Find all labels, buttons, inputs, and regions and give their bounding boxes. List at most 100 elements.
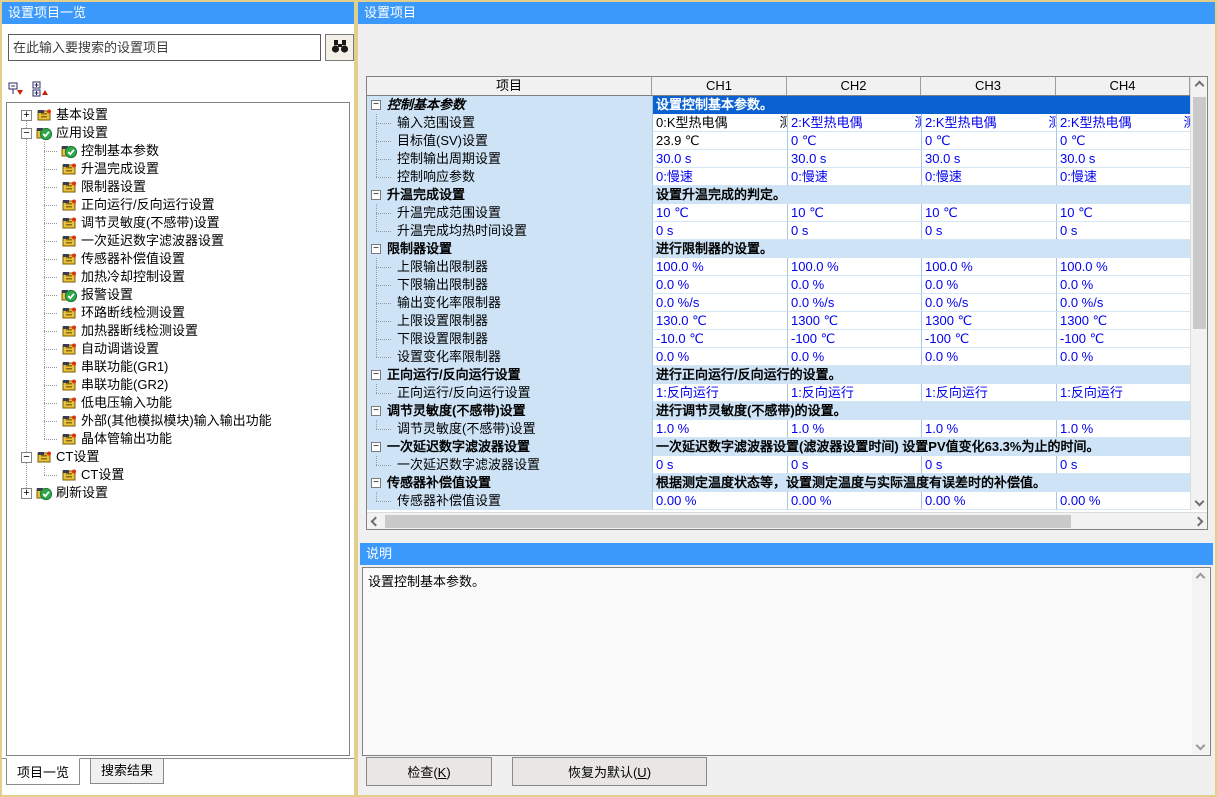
setting-item-cell[interactable]: 目标值(SV)设置 <box>367 132 652 150</box>
setting-item-cell[interactable]: 控制响应参数 <box>367 168 652 186</box>
group-description-cell[interactable]: 根据测定温度状态等，设置测定温度与实际温度有误差时的补偿值。 <box>652 474 1190 492</box>
value-cell-ch2[interactable]: 0.0 %/s <box>787 294 921 312</box>
tree-item-label[interactable]: 报警设置 <box>81 286 133 304</box>
value-cell-ch2[interactable]: 0.00 % <box>787 492 921 510</box>
value-cell-ch3[interactable]: 2:K型热电偶 测定 <box>921 114 1056 132</box>
value-cell-ch1[interactable]: 1.0 % <box>652 420 787 438</box>
expand-plus-icon[interactable]: + <box>21 110 32 121</box>
tree-item[interactable]: CT设置 <box>7 466 349 484</box>
value-cell-ch1[interactable]: 0.0 % <box>652 348 787 366</box>
value-cell-ch4[interactable]: -100 ℃ <box>1056 330 1190 348</box>
tree-item[interactable]: 报警设置 <box>7 286 349 304</box>
collapse-minus-icon[interactable]: − <box>371 442 381 452</box>
setting-item-cell[interactable]: 控制输出周期设置 <box>367 150 652 168</box>
value-cell-ch1[interactable]: 30.0 s <box>652 150 787 168</box>
tree-item[interactable]: − 应用设置 <box>7 124 349 142</box>
setting-item-cell[interactable]: 上限输出限制器 <box>367 258 652 276</box>
expand-all-icon[interactable] <box>32 81 50 97</box>
setting-item-cell[interactable]: 正向运行/反向运行设置 <box>367 384 652 402</box>
setting-item-cell[interactable]: 下限设置限制器 <box>367 330 652 348</box>
tree-item[interactable]: 环路断线检测设置 <box>7 304 349 322</box>
value-cell-ch4[interactable]: 30.0 s <box>1056 150 1190 168</box>
value-cell-ch1[interactable]: 0:慢速 <box>652 168 787 186</box>
restore-default-button[interactable]: 恢复为默认(U) <box>512 757 707 786</box>
setting-item-cell[interactable]: 上限设置限制器 <box>367 312 652 330</box>
tree-item[interactable]: 串联功能(GR1) <box>7 358 349 376</box>
value-cell-ch2[interactable]: 0.0 % <box>787 348 921 366</box>
setting-item-cell[interactable]: 设置变化率限制器 <box>367 348 652 366</box>
tree-item-label[interactable]: 限制器设置 <box>81 178 146 196</box>
tree-item-label[interactable]: 应用设置 <box>56 124 108 142</box>
value-cell-ch3[interactable]: -100 ℃ <box>921 330 1056 348</box>
value-cell-ch4[interactable]: 0.0 % <box>1056 348 1190 366</box>
table-vertical-scrollbar[interactable] <box>1190 77 1207 510</box>
check-button[interactable]: 检查(K) <box>366 757 492 786</box>
scroll-left-icon[interactable] <box>367 513 384 530</box>
tree-item[interactable]: 自动调谐设置 <box>7 340 349 358</box>
value-cell-ch2[interactable]: 0.0 % <box>787 276 921 294</box>
setting-item-cell[interactable]: 输出变化率限制器 <box>367 294 652 312</box>
value-cell-ch3[interactable]: 0 s <box>921 222 1056 240</box>
tree-item[interactable]: 低电压输入功能 <box>7 394 349 412</box>
search-button[interactable] <box>325 34 354 61</box>
tab-search-result[interactable]: 搜索结果 <box>90 759 164 784</box>
value-cell-ch2[interactable]: 0 ℃ <box>787 132 921 150</box>
value-cell-ch3[interactable]: 1.0 % <box>921 420 1056 438</box>
expand-plus-icon[interactable]: + <box>21 488 32 499</box>
setting-item-cell[interactable]: 下限输出限制器 <box>367 276 652 294</box>
tree-item-label[interactable]: 控制基本参数 <box>81 142 159 160</box>
tree-item-label[interactable]: CT设置 <box>81 466 124 484</box>
setting-item-cell[interactable]: 调节灵敏度(不感带)设置 <box>367 420 652 438</box>
value-cell-ch3[interactable]: 1:反向运行 <box>921 384 1056 402</box>
value-cell-ch1[interactable]: 0 s <box>652 456 787 474</box>
tree-item[interactable]: 一次延迟数字滤波器设置 <box>7 232 349 250</box>
tree-item-label[interactable]: CT设置 <box>56 448 99 466</box>
setting-item-cell[interactable]: 升温完成范围设置 <box>367 204 652 222</box>
group-description-cell-selected[interactable]: 设置控制基本参数。 <box>652 96 1190 114</box>
value-cell-ch3[interactable]: 0 ℃ <box>921 132 1056 150</box>
collapse-minus-icon[interactable]: − <box>371 406 381 416</box>
value-cell-ch2[interactable]: 1.0 % <box>787 420 921 438</box>
value-cell-ch3[interactable]: 0.00 % <box>921 492 1056 510</box>
value-cell-ch4[interactable]: 10 ℃ <box>1056 204 1190 222</box>
tree-item[interactable]: 调节灵敏度(不感带)设置 <box>7 214 349 232</box>
tree-item-label[interactable]: 传感器补偿值设置 <box>81 250 185 268</box>
value-cell-ch4[interactable]: 0.0 % <box>1056 276 1190 294</box>
group-item-cell[interactable]: −调节灵敏度(不感带)设置 <box>367 402 652 420</box>
tree-item[interactable]: 晶体管输出功能 <box>7 430 349 448</box>
value-cell-ch2[interactable]: 0 s <box>787 222 921 240</box>
group-description-cell[interactable]: 设置升温完成的判定。 <box>652 186 1190 204</box>
group-item-cell[interactable]: −一次延迟数字滤波器设置 <box>367 438 652 456</box>
value-cell-ch1[interactable]: 0:K型热电偶 测定 <box>652 114 787 132</box>
value-cell-ch4[interactable]: 100.0 % <box>1056 258 1190 276</box>
setting-item-cell[interactable]: 一次延迟数字滤波器设置 <box>367 456 652 474</box>
scroll-down-icon[interactable] <box>1191 493 1208 510</box>
value-cell-ch3[interactable]: 0.0 % <box>921 348 1056 366</box>
tab-item-list[interactable]: 项目一览 <box>6 758 80 785</box>
value-cell-ch1[interactable]: 1:反向运行 <box>652 384 787 402</box>
tree-item[interactable]: 控制基本参数 <box>7 142 349 160</box>
tree-item[interactable]: 外部(其他模拟模块)输入输出功能 <box>7 412 349 430</box>
value-cell-ch1[interactable]: -10.0 ℃ <box>652 330 787 348</box>
collapse-minus-icon[interactable]: − <box>21 128 32 139</box>
tree-item-label[interactable]: 串联功能(GR2) <box>81 376 168 394</box>
group-item-cell[interactable]: −传感器补偿值设置 <box>367 474 652 492</box>
vertical-scroll-thumb[interactable] <box>1193 97 1206 329</box>
value-cell-ch2[interactable]: 2:K型热电偶 测定 <box>787 114 921 132</box>
value-cell-ch2[interactable]: 0:慢速 <box>787 168 921 186</box>
value-cell-ch3[interactable]: 0 s <box>921 456 1056 474</box>
value-cell-ch4[interactable]: 0 s <box>1056 456 1190 474</box>
value-cell-ch1[interactable]: 0 s <box>652 222 787 240</box>
setting-item-cell[interactable]: 传感器补偿值设置 <box>367 492 652 510</box>
tree-item[interactable]: +基本设置 <box>7 106 349 124</box>
value-cell-ch4[interactable]: 0.00 % <box>1056 492 1190 510</box>
value-cell-ch1[interactable]: 100.0 % <box>652 258 787 276</box>
value-cell-ch3[interactable]: 0:慢速 <box>921 168 1056 186</box>
group-description-cell[interactable]: 进行调节灵敏度(不感带)的设置。 <box>652 402 1190 420</box>
scroll-right-icon[interactable] <box>1190 513 1207 530</box>
tree-item[interactable]: 升温完成设置 <box>7 160 349 178</box>
group-item-cell[interactable]: −正向运行/反向运行设置 <box>367 366 652 384</box>
tree-item-label[interactable]: 外部(其他模拟模块)输入输出功能 <box>81 412 272 430</box>
value-cell-ch4[interactable]: 0 s <box>1056 222 1190 240</box>
value-cell-ch4[interactable]: 0 ℃ <box>1056 132 1190 150</box>
